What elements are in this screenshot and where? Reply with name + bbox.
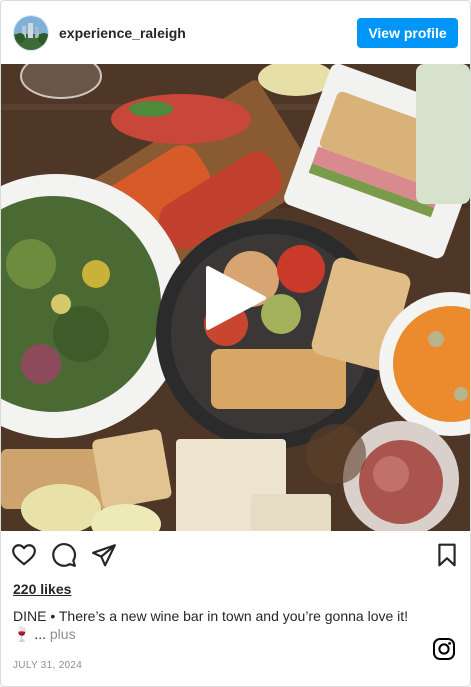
play-icon[interactable] [204, 264, 268, 332]
avatar[interactable] [13, 14, 49, 51]
heart-icon[interactable] [11, 542, 37, 568]
post-video[interactable] [1, 64, 470, 531]
instagram-icon[interactable] [432, 637, 456, 661]
action-bar [1, 533, 470, 577]
view-profile-button[interactable]: View profile [357, 17, 458, 48]
likes-count[interactable]: 220 likes [13, 581, 71, 597]
post-date: JULY 31, 2024 [13, 660, 83, 671]
username[interactable]: experience_raleigh [59, 25, 186, 41]
share-icon[interactable] [91, 542, 117, 568]
more-link[interactable]: plus [50, 626, 76, 642]
instagram-embed-card: experience_raleigh View profile 220 like… [0, 0, 471, 687]
post-caption: DINE • There’s a new wine bar in town an… [13, 607, 413, 643]
comment-icon[interactable] [51, 542, 77, 568]
caption-ellipsis: ... [30, 626, 50, 642]
post-header: experience_raleigh View profile [1, 1, 470, 64]
bookmark-icon[interactable] [434, 542, 460, 568]
